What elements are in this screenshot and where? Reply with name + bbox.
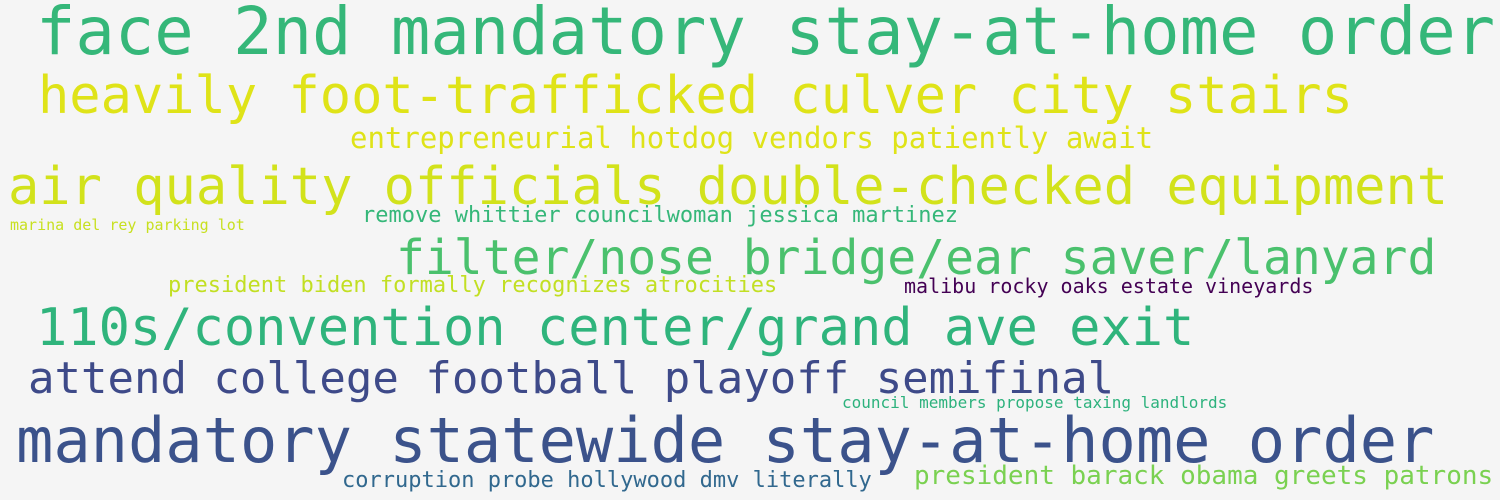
word-entrepreneurial-hotdog-vendors-patiently-await: entrepreneurial hotdog vendors patiently…	[350, 121, 1154, 155]
word-remove-whittier-councilwoman-jessica-martinez: remove whittier councilwoman jessica mar…	[362, 203, 959, 228]
word-heavily-foot-trafficked-culver-city-stairs: heavily foot-trafficked culver city stai…	[38, 66, 1353, 126]
word-corruption-probe-hollywood-dmv-literally: corruption probe hollywood dmv literally	[342, 468, 872, 493]
word-malibu-rocky-oaks-estate-vineyards: malibu rocky oaks estate vineyards	[904, 274, 1314, 298]
word-president-barack-obama-greets-patrons: president barack obama greets patrons	[914, 461, 1494, 491]
word-president-biden-formally-recognizes-atrocities: president biden formally recognizes atro…	[168, 273, 778, 298]
word-marina-del-rey-parking-lot: marina del rey parking lot	[10, 216, 245, 234]
word-face-2nd-mandatory-stay-at-home-order: face 2nd mandatory stay-at-home order	[36, 0, 1496, 70]
word-cloud: face 2nd mandatory stay-at-home order he…	[0, 0, 1500, 500]
word-110s-convention-center-grand-ave-exit: 110s/convention center/grand ave exit	[36, 298, 1195, 358]
